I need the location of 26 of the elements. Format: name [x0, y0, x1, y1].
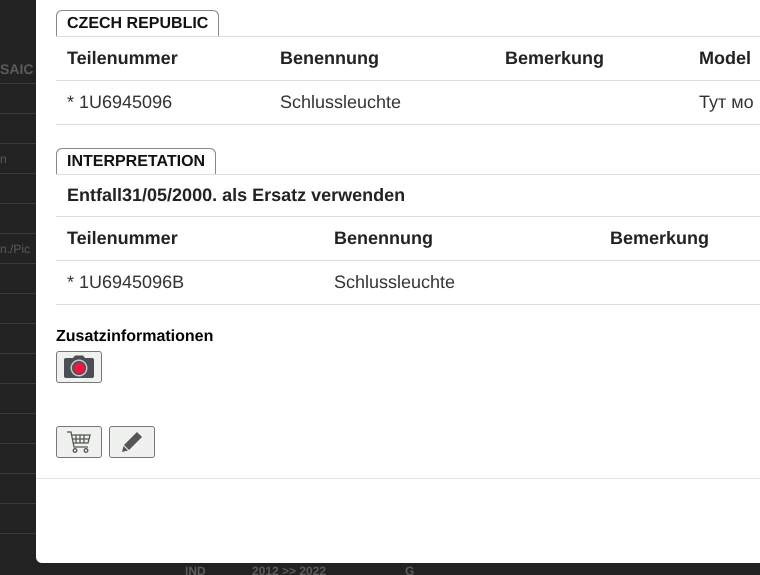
table-cell: * 1U6945096B [67, 272, 184, 292]
table-cell: Тут мо [699, 92, 754, 112]
photo-button[interactable] [56, 351, 102, 383]
column-header: Teilenummer [66, 48, 179, 69]
background-text: IND [185, 564, 206, 575]
section-note: Entfall31/05/2000. als Ersatz verwenden [56, 174, 760, 216]
column-header: Bemerkung [609, 228, 710, 249]
background-text: n./Pic [0, 242, 30, 256]
column-header: Benennung [279, 48, 380, 69]
background-text: 2012 >> 2022 [252, 564, 326, 575]
column-header: Bemerkung [504, 48, 606, 69]
column-header: Model [698, 48, 752, 69]
table-cell: * 1U6945096 [67, 92, 172, 112]
column-header: Teilenummer [66, 228, 179, 249]
cart-icon [66, 430, 92, 454]
camera-icon [63, 355, 95, 379]
section-heading: Zusatzinformationen [56, 328, 214, 346]
column-header: Benennung [333, 228, 434, 249]
table-cell: Schlussleuchte [280, 92, 402, 112]
edit-button[interactable] [109, 426, 155, 458]
table-cell: Schlussleuchte [334, 272, 456, 292]
background-text: G [405, 564, 414, 575]
cart-button[interactable] [56, 426, 102, 458]
pencil-icon [120, 430, 144, 454]
background-text: n [0, 152, 7, 166]
background-text: SAIC [0, 60, 34, 76]
